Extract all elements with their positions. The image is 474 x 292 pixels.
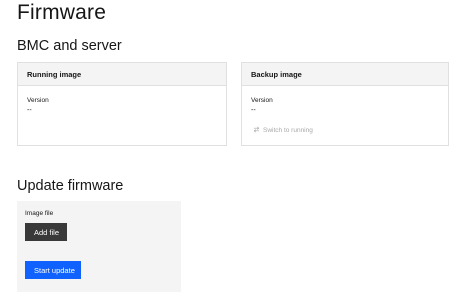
backup-version-label: Version: [251, 97, 273, 104]
backup-version-value: --: [251, 107, 256, 114]
swap-arrows-icon: [253, 126, 260, 135]
running-image-header: Running image: [18, 63, 226, 86]
running-version-value: --: [27, 107, 32, 114]
section-title-bmc: BMC and server: [17, 38, 122, 54]
backup-image-card: Backup image Version -- Switch to runnin…: [241, 62, 449, 146]
running-image-body: Version --: [18, 86, 226, 114]
running-image-card: Running image Version --: [17, 62, 227, 146]
section-title-update: Update firmware: [17, 178, 124, 194]
start-update-button[interactable]: Start update: [25, 261, 81, 279]
upload-panel: Image file Add file Start update: [17, 201, 181, 292]
backup-image-header: Backup image: [242, 63, 448, 86]
image-file-label: Image file: [25, 210, 54, 217]
running-version-label: Version: [27, 97, 49, 104]
page-title: Firmware: [17, 1, 107, 24]
add-file-button[interactable]: Add file: [25, 223, 67, 241]
switch-to-running-button[interactable]: Switch to running: [253, 126, 313, 135]
backup-image-body: Version --: [242, 86, 448, 114]
switch-to-running-label: Switch to running: [263, 127, 313, 134]
